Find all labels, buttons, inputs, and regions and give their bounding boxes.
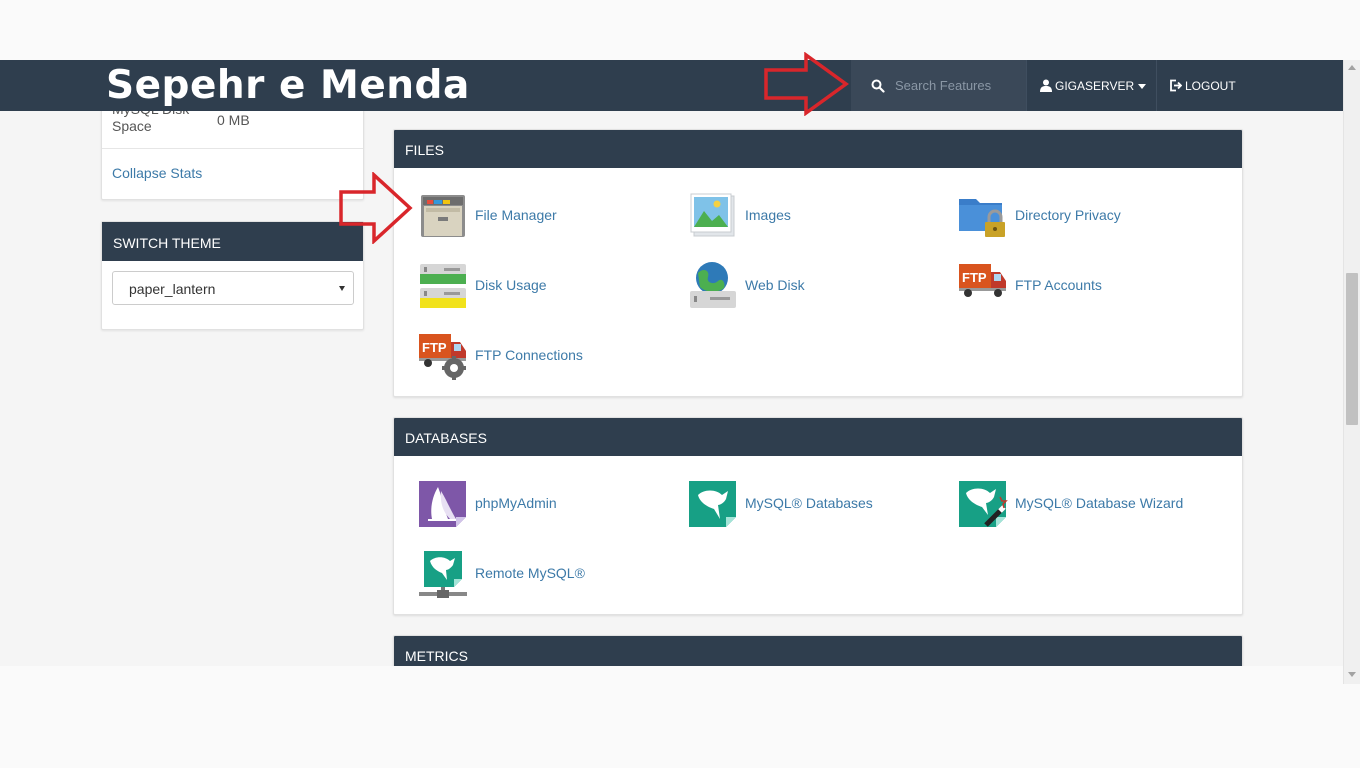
file-manager-label: File Manager (475, 207, 557, 223)
theme-select[interactable]: paper_lantern (112, 271, 354, 305)
user-icon (1040, 79, 1052, 92)
vertical-scrollbar[interactable] (1343, 60, 1360, 684)
collapse-stats-link[interactable]: Collapse Stats (112, 165, 202, 181)
phpmyadmin-label: phpMyAdmin (475, 495, 557, 511)
mysql-databases-icon (689, 481, 736, 527)
ftp-accounts-label: FTP Accounts (1015, 277, 1102, 293)
databases-section: DATABASES phpMyAdmin MySQL® Databases My… (393, 417, 1243, 615)
logout-icon (1170, 79, 1182, 92)
phpmyadmin-icon (419, 481, 466, 527)
logout-label: LOGOUT (1185, 79, 1236, 93)
user-menu-dropdown[interactable]: GIGASERVER (1026, 60, 1156, 111)
ftp-accounts-item[interactable]: FTP FTP Accounts (958, 261, 1218, 311)
disk-usage-icon (420, 264, 466, 308)
page-top-margin (0, 0, 1360, 60)
scrollbar-thumb[interactable] (1346, 273, 1358, 425)
images-label: Images (745, 207, 791, 223)
scroll-up-icon[interactable] (1348, 65, 1356, 70)
files-section: FILES File Manager Images Directory Priv… (393, 129, 1243, 397)
mysql-wizard-label: MySQL® Database Wizard (1015, 495, 1184, 511)
search-features-box[interactable] (851, 60, 1026, 111)
browser-viewport: Sepehr e Menda GIGASERVER LOGOUT (0, 0, 1360, 768)
remote-mysql-icon (419, 551, 467, 598)
scroll-down-icon[interactable] (1348, 672, 1356, 677)
page-bottom-margin (0, 666, 1343, 768)
ftp-connections-label: FTP Connections (475, 347, 583, 363)
remote-mysql-item[interactable]: Remote MySQL® (418, 549, 678, 599)
file-manager-item[interactable]: File Manager (418, 191, 678, 241)
file-manager-icon (421, 195, 465, 237)
ftp-connections-icon: FTP (419, 334, 466, 380)
search-input[interactable] (895, 74, 1021, 96)
files-section-header[interactable]: FILES (394, 130, 1242, 168)
remote-mysql-label: Remote MySQL® (475, 565, 585, 581)
databases-section-header[interactable]: DATABASES (394, 418, 1242, 456)
disk-usage-item[interactable]: Disk Usage (418, 261, 678, 311)
divider (102, 148, 363, 149)
svg-text:FTP: FTP (422, 340, 447, 355)
images-item[interactable]: Images (688, 191, 948, 241)
ftp-connections-item[interactable]: FTP FTP Connections (418, 331, 678, 381)
annotation-arrow-icon (339, 172, 413, 244)
mysql-databases-item[interactable]: MySQL® Databases (688, 479, 948, 529)
switch-theme-panel: SWITCH THEME paper_lantern (101, 221, 364, 330)
disk-usage-label: Disk Usage (475, 277, 547, 293)
svg-text:FTP: FTP (962, 270, 987, 285)
search-icon (871, 79, 885, 93)
chevron-down-icon (1138, 84, 1146, 89)
directory-privacy-icon (959, 199, 1005, 237)
username-label: GIGASERVER (1055, 79, 1135, 93)
mysql-wizard-icon (959, 481, 1008, 527)
logout-button[interactable]: LOGOUT (1156, 60, 1244, 111)
images-icon (690, 193, 735, 237)
mysql-databases-label: MySQL® Databases (745, 495, 873, 511)
mysql-wizard-item[interactable]: MySQL® Database Wizard (958, 479, 1218, 529)
phpmyadmin-item[interactable]: phpMyAdmin (418, 479, 678, 529)
web-disk-icon (690, 262, 736, 308)
stat-value: 0 MB (217, 112, 250, 128)
directory-privacy-label: Directory Privacy (1015, 207, 1121, 223)
top-navbar: Sepehr e Menda GIGASERVER LOGOUT (0, 60, 1343, 111)
ftp-accounts-icon: FTP (959, 264, 1006, 297)
theme-select-value: paper_lantern (129, 281, 216, 297)
annotation-arrow-icon (764, 52, 849, 116)
brand-title[interactable]: Sepehr e Menda (106, 63, 470, 108)
directory-privacy-item[interactable]: Directory Privacy (958, 191, 1218, 241)
switch-theme-header: SWITCH THEME (102, 222, 363, 261)
chevron-down-icon (339, 286, 345, 291)
web-disk-item[interactable]: Web Disk (688, 261, 948, 311)
web-disk-label: Web Disk (745, 277, 805, 293)
